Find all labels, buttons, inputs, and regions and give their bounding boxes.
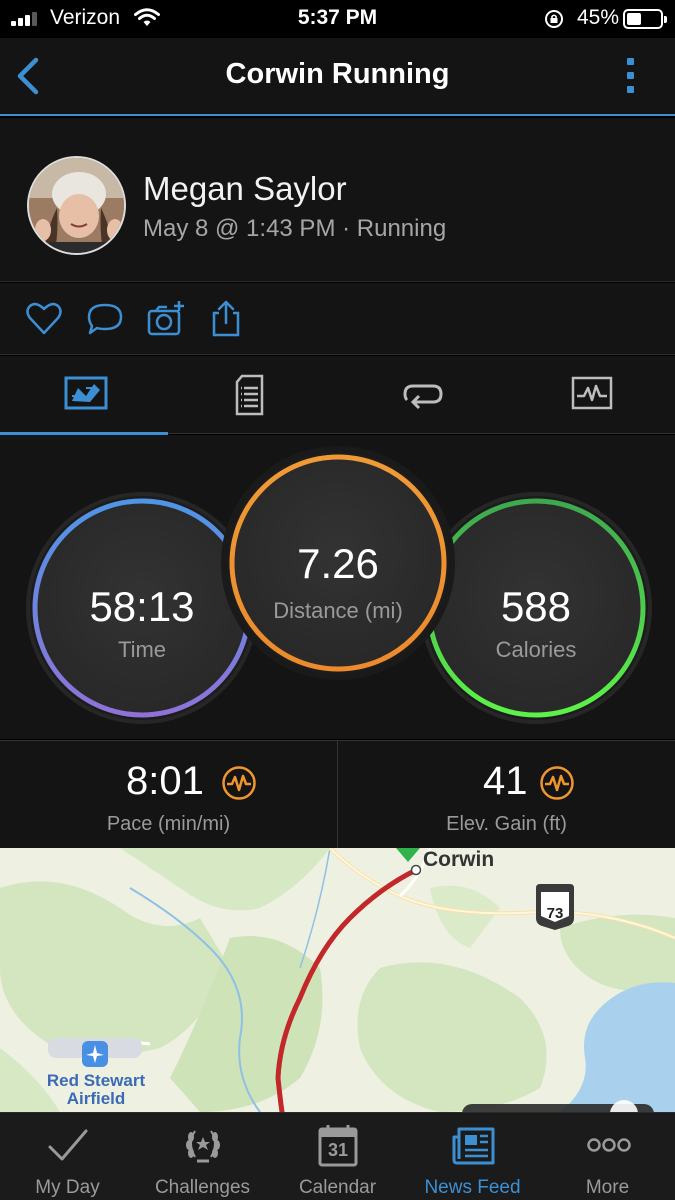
route-map[interactable]: Corwin 73 Red Stewart Airfield: [0, 848, 675, 1112]
comment-icon[interactable]: [85, 299, 125, 339]
time-circle: 58:13 Time: [30, 496, 254, 720]
calories-label: Calories: [495, 637, 577, 662]
time-label: Time: [117, 637, 167, 662]
pace-stat[interactable]: 8:01 Pace (min/mi): [0, 741, 337, 849]
calories-circle: 588 Calories: [424, 496, 648, 720]
tab-challenges[interactable]: Challenges: [135, 1113, 270, 1200]
pace-value: 8:01: [126, 759, 204, 803]
laps-tab-icon: [403, 384, 443, 410]
distance-value: 7.26: [297, 540, 379, 587]
tab-details[interactable]: [168, 356, 336, 434]
orientation-lock-icon: [545, 10, 563, 28]
tab-laps[interactable]: [337, 356, 505, 434]
charts-tab-icon: [571, 376, 613, 410]
calories-value: 588: [500, 583, 572, 630]
status-bar: Verizon 5:37 PM 45%: [0, 0, 675, 38]
map-town-label: Corwin: [423, 848, 495, 871]
share-icon[interactable]: [206, 299, 246, 339]
battery-icon: [623, 9, 667, 29]
activity-meta: May 8 @ 1:43 PM · Running: [143, 215, 447, 242]
nav-bar: Corwin Running: [0, 38, 675, 116]
battery-percent: 45%: [576, 6, 619, 29]
clock: 5:37 PM: [297, 6, 378, 29]
bottom-tab-bar: My Day Challenges 31 Calendar News Feed …: [0, 1112, 675, 1200]
tab-news-feed[interactable]: News Feed: [405, 1113, 540, 1200]
tab-label: Calendar: [298, 1177, 377, 1198]
page-title: Corwin Running: [225, 58, 450, 90]
tab-more[interactable]: More: [540, 1113, 675, 1200]
laurel-icon: [186, 1130, 220, 1163]
tab-label: More: [585, 1177, 630, 1198]
pulse-icon: [540, 766, 574, 800]
athlete-name[interactable]: Megan Saylor: [143, 170, 347, 208]
details-tab-icon: [235, 374, 264, 416]
kebab-menu-icon[interactable]: [625, 56, 635, 96]
elevation-label: Elev. Gain (ft): [446, 813, 567, 835]
heart-icon[interactable]: [24, 299, 64, 339]
pulse-icon: [222, 766, 256, 800]
map-tab-icon: [64, 376, 108, 410]
stats-row: 8:01 Pace (min/mi) 41 Elev. Gain (ft): [0, 740, 675, 849]
tab-map[interactable]: [0, 356, 168, 435]
more-dots-icon: [587, 1138, 631, 1152]
add-photo-icon[interactable]: [146, 299, 186, 339]
tab-calendar[interactable]: 31 Calendar: [270, 1113, 405, 1200]
pace-label: Pace (min/mi): [106, 813, 231, 835]
tab-charts[interactable]: [506, 356, 674, 434]
distance-label: Distance (mi): [273, 598, 403, 623]
checkmark-icon: [48, 1129, 88, 1161]
summary-circles: 58:13 Time 588 Calories 7.26 Distance (m…: [0, 435, 675, 739]
avatar[interactable]: [27, 156, 126, 255]
calendar-day: 31: [327, 1140, 349, 1160]
route-shield: 73: [546, 905, 564, 922]
social-actions: [0, 283, 675, 355]
tab-my-day[interactable]: My Day: [0, 1113, 135, 1200]
tab-label: My Day: [35, 1177, 100, 1198]
elevation-value: 41: [483, 759, 528, 803]
tab-label: Challenges: [154, 1177, 251, 1198]
time-value: 58:13: [89, 583, 195, 630]
activity-tabs: [0, 356, 675, 435]
activity-header: Megan Saylor May 8 @ 1:43 PM · Running: [0, 118, 675, 282]
distance-circle: 7.26 Distance (mi): [227, 452, 449, 674]
newspaper-icon: [452, 1127, 495, 1165]
tab-label: News Feed: [424, 1177, 521, 1198]
map-airfield-label: Red Stewart Airfield: [46, 1071, 146, 1108]
elevation-stat[interactable]: 41 Elev. Gain (ft): [338, 741, 675, 849]
